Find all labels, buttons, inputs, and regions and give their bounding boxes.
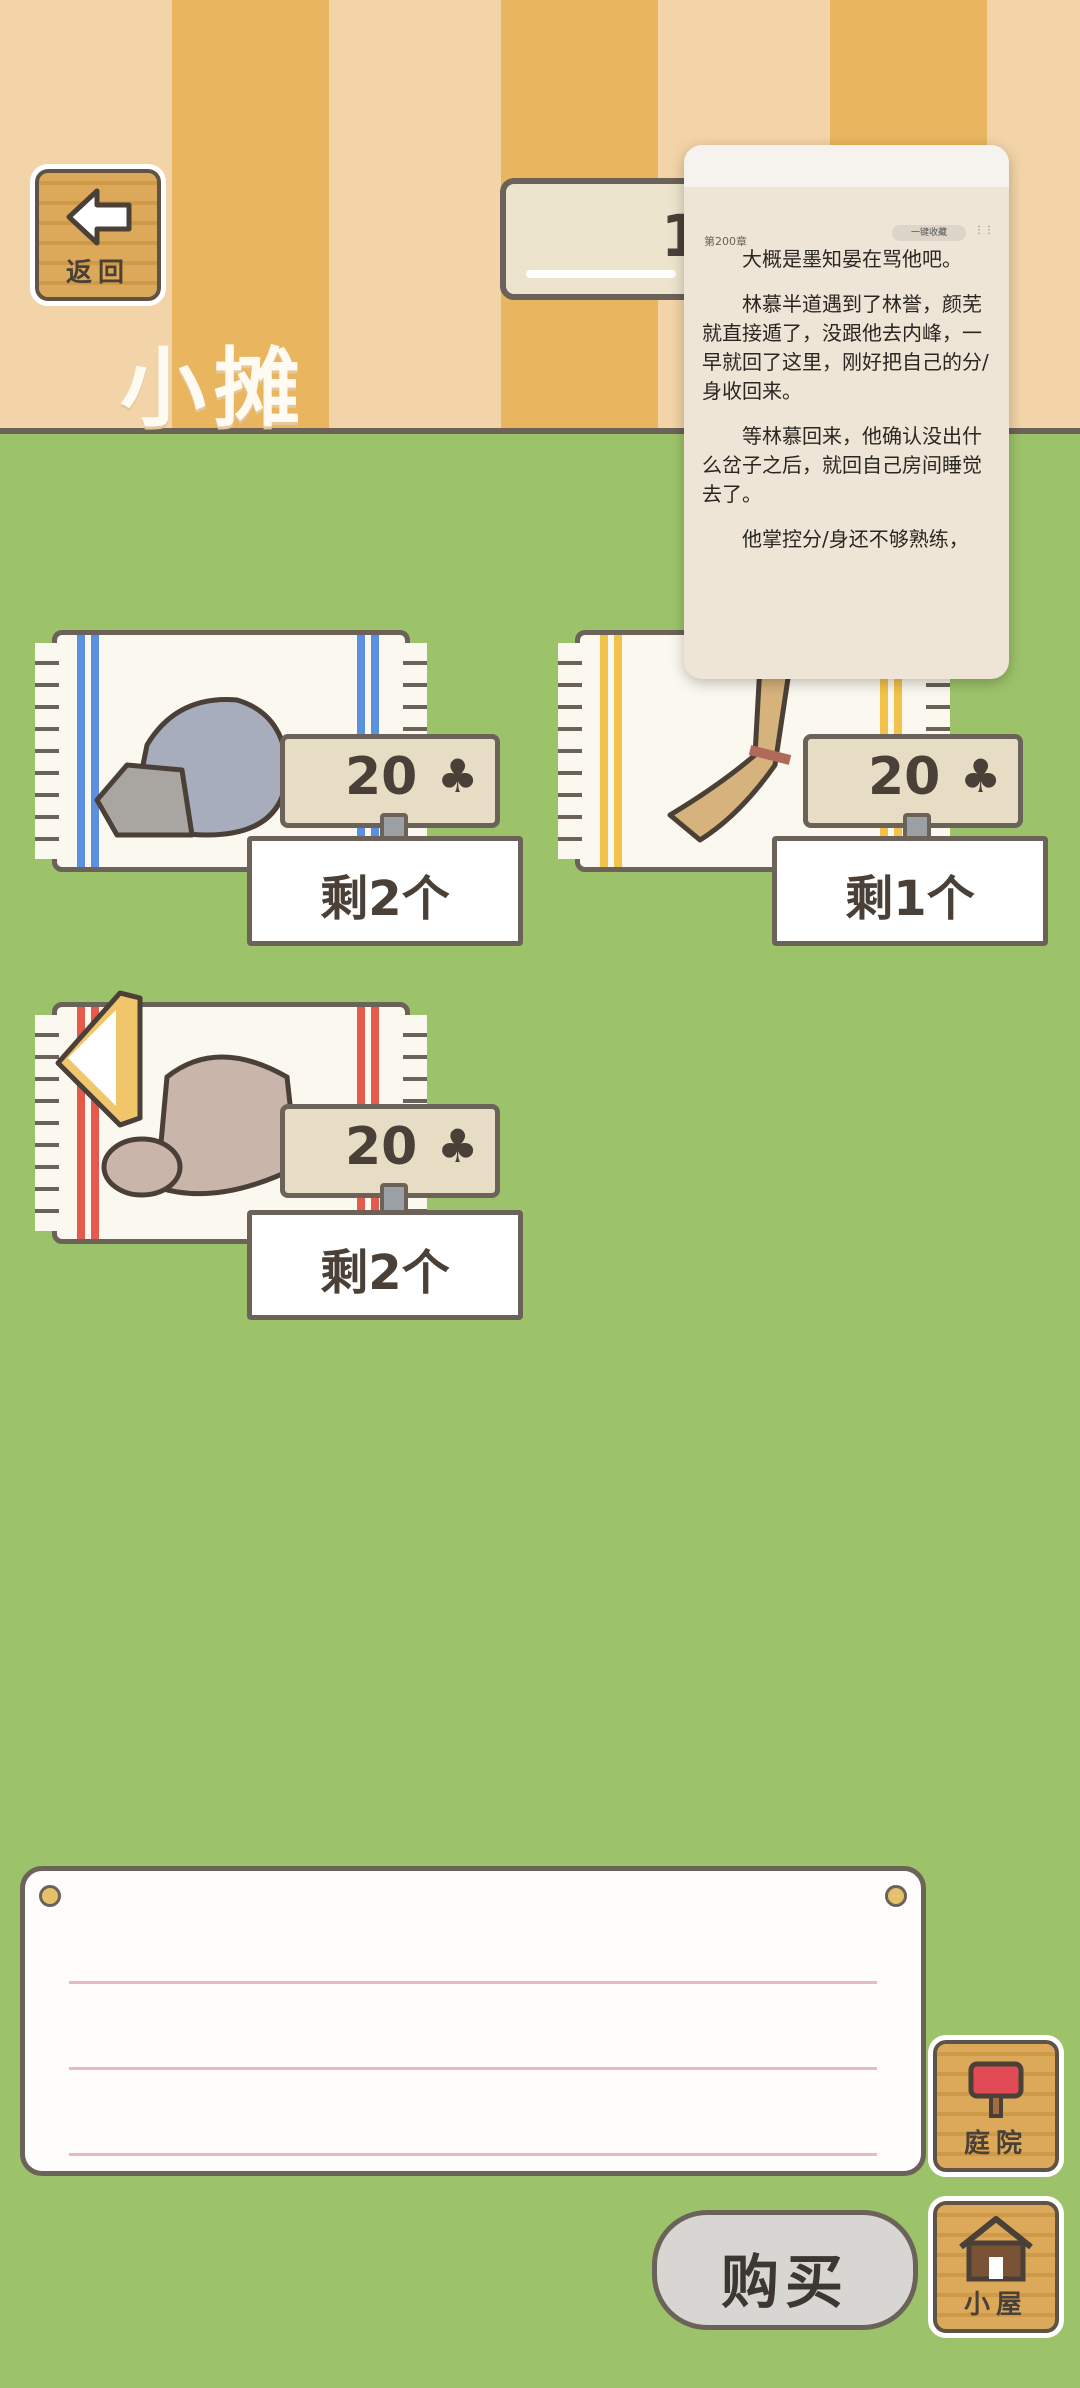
buy-button-label: 购买 (720, 2248, 849, 2316)
back-button[interactable]: 返回 (30, 164, 166, 306)
stock-label-1: 剩2个 (247, 836, 523, 946)
house-icon (959, 2216, 1033, 2282)
price-tag-1: 20 ♣ (280, 734, 500, 847)
buy-button[interactable]: 购买 (652, 2210, 918, 2330)
reader-paragraph: 林慕半道遇到了林誉，颜芜就直接遁了，没跟他去内峰，一早就回了这里，刚好把自己的分… (702, 292, 989, 403)
counter-bar (526, 270, 676, 278)
stock-label-2: 剩1个 (772, 836, 1048, 946)
back-button-label: 返回 (65, 258, 130, 288)
price-tag-3: 20 ♣ (280, 1104, 500, 1217)
stock-text: 剩2个 (320, 1245, 450, 1301)
rivet-icon (39, 1885, 61, 1907)
house-button-label: 小屋 (963, 2290, 1028, 2320)
clover-icon: ♣ (437, 749, 479, 803)
stock-label-3: 剩2个 (247, 1210, 523, 1320)
price-tag-2: 20 ♣ (803, 734, 1023, 847)
page-title: 小摊 (120, 339, 308, 439)
rivet-icon (885, 1885, 907, 1907)
yard-button-label: 庭院 (963, 2129, 1028, 2159)
price-value: 20 (345, 1117, 418, 1177)
back-arrow-icon (66, 188, 132, 246)
rock-icon (94, 697, 290, 838)
house-button[interactable]: 小屋 (928, 2196, 1064, 2338)
reader-paragraph: 等林慕回来，他确认没出什么岔子之后，就回自己房间睡觉去了。 (702, 424, 982, 506)
reader-paragraph: 大概是墨知晏在骂他吧。 (742, 247, 962, 271)
more-icon[interactable]: ⋮⋮ (974, 225, 994, 236)
yard-button[interactable]: 庭院 (928, 2035, 1064, 2177)
price-value: 20 (868, 747, 941, 807)
reader-top-bar (684, 145, 1009, 187)
stock-text: 剩2个 (320, 871, 450, 927)
reader-popup[interactable]: 第200章 一键收藏 ⋮⋮ 大概是墨知晏在骂他吧。 林慕半道遇到了林誉，颜芜就直… (684, 145, 1009, 679)
clover-icon: ♣ (960, 749, 1002, 803)
mat-stripe (77, 635, 85, 867)
mat-stripe (600, 635, 608, 867)
reader-paragraph: 他掌控分/身还不够熟练， (742, 527, 969, 551)
reader-text: 大概是墨知晏在骂他吧。 林慕半道遇到了林誉，颜芜就直接遁了，没跟他去内峰，一早就… (702, 245, 994, 570)
price-value: 20 (345, 747, 418, 807)
previous-page-arrow-icon[interactable] (50, 988, 145, 1130)
message-board (20, 1866, 926, 2176)
clover-icon: ♣ (437, 1119, 479, 1173)
collect-button[interactable]: 一键收藏 (892, 225, 966, 241)
stock-text: 剩1个 (845, 871, 975, 927)
mailbox-icon (968, 2061, 1024, 2118)
